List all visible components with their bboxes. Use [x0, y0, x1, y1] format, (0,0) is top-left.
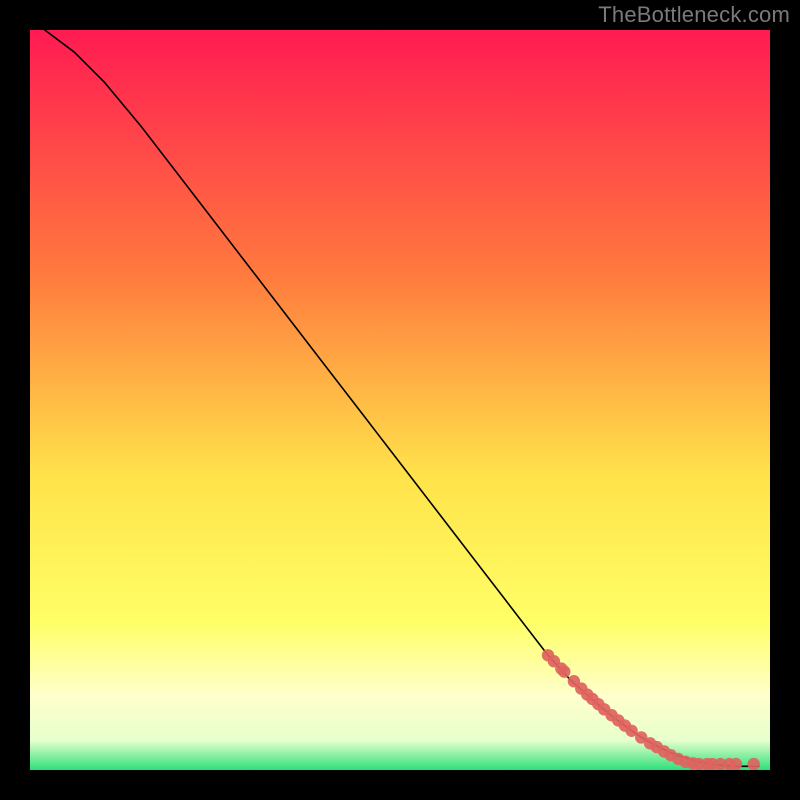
chart-frame: TheBottleneck.com	[0, 0, 800, 800]
data-point	[748, 758, 760, 770]
watermark-text: TheBottleneck.com	[598, 2, 790, 28]
chart-svg	[30, 30, 770, 770]
plot-area	[30, 30, 770, 770]
data-point	[730, 758, 742, 770]
chart-background	[30, 30, 770, 770]
data-point	[558, 665, 570, 677]
